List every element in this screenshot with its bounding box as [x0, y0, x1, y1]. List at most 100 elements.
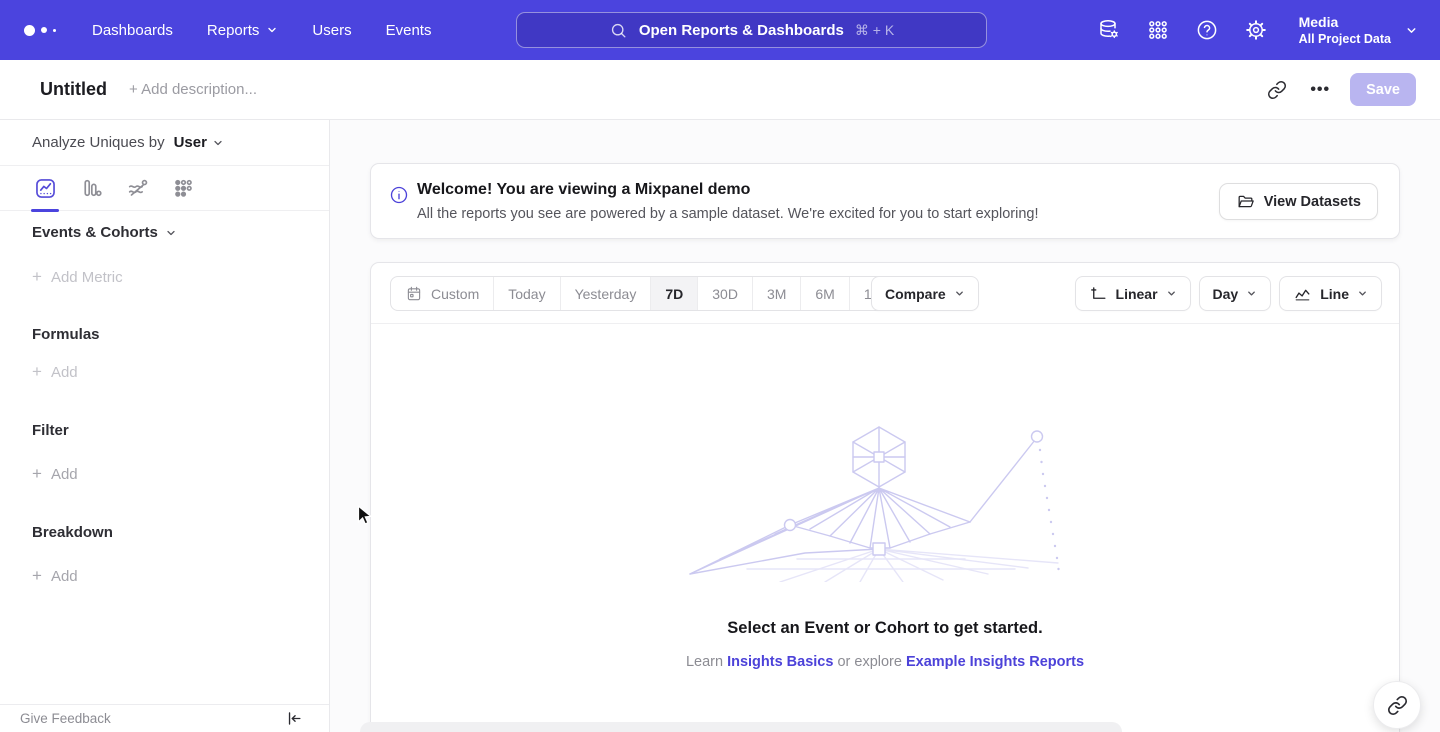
logo-dot-icon [53, 29, 56, 32]
nav-label: Reports [207, 22, 260, 39]
chevron-down-icon [954, 288, 965, 299]
chevron-down-icon [212, 137, 224, 149]
add-filter-button[interactable]: + Add [32, 464, 78, 484]
scale-label: Linear [1116, 286, 1158, 302]
welcome-banner: Welcome! You are viewing a Mixpanel demo… [370, 163, 1400, 239]
add-formula-label: Add [51, 364, 78, 381]
add-breakdown-label: Add [51, 568, 78, 585]
view-datasets-label: View Datasets [1264, 194, 1361, 210]
apps-grid-icon[interactable] [1146, 18, 1170, 42]
range-label: 7D [665, 286, 683, 302]
project-scope: All Project Data [1299, 31, 1391, 47]
report-title[interactable]: Untitled [40, 79, 107, 100]
save-button[interactable]: Save [1350, 73, 1416, 106]
sidebar-footer: Give Feedback [0, 704, 329, 732]
tab-metric-dots[interactable] [170, 175, 196, 201]
mixpanel-logo[interactable] [24, 25, 56, 36]
query-builder-sidebar: Analyze Uniques by User Events & Cohorts… [0, 120, 330, 732]
breakdown-label: Breakdown [32, 524, 113, 541]
range-6m[interactable]: 6M [800, 277, 848, 310]
nav-label: Dashboards [92, 22, 173, 39]
main-content: Welcome! You are viewing a Mixpanel demo… [330, 120, 1440, 732]
nav-events[interactable]: Events [386, 22, 432, 39]
banner-subtitle: All the reports you see are powered by a… [417, 206, 1039, 222]
empty-state-illustration [685, 422, 1085, 582]
range-label: Custom [431, 286, 479, 302]
insights-basics-link[interactable]: Insights Basics [727, 654, 833, 670]
search-shortcut: ⌘ + K [855, 22, 894, 39]
calendar-icon [405, 285, 423, 303]
copy-link-icon[interactable] [1264, 77, 1290, 103]
more-options-icon[interactable]: ••• [1310, 81, 1330, 99]
add-metric-button[interactable]: + Add Metric [32, 267, 123, 287]
chevron-down-icon [1357, 288, 1368, 299]
nav-dashboards[interactable]: Dashboards [92, 22, 173, 39]
example-reports-link[interactable]: Example Insights Reports [906, 654, 1084, 670]
empty-state-links: Learn Insights Basics or explore Example… [371, 654, 1399, 670]
granularity-label: Day [1213, 286, 1239, 302]
mixpanel-insights-screen: Dashboards Reports Users Events Open Rep… [0, 0, 1440, 732]
tab-bar-chart[interactable] [78, 175, 104, 201]
settings-gear-icon[interactable] [1244, 18, 1268, 42]
banner-title: Welcome! You are viewing a Mixpanel demo [417, 181, 750, 199]
range-30d[interactable]: 30D [697, 277, 752, 310]
insights-chart-card: Custom Today Yesterday 7D 30D 3M 6M 12M … [370, 262, 1400, 732]
analyze-entity-value: User [174, 134, 207, 151]
chevron-down-icon [266, 24, 278, 36]
range-3m[interactable]: 3M [752, 277, 800, 310]
add-formula-button[interactable]: + Add [32, 362, 78, 382]
tab-flow-sankey[interactable] [124, 175, 150, 201]
report-description-placeholder[interactable]: + Add description... [129, 81, 257, 98]
tab-line-insights[interactable] [32, 175, 58, 201]
line-chart-icon [1293, 284, 1312, 303]
data-management-icon[interactable] [1097, 18, 1121, 42]
links-connector: or explore [837, 654, 901, 670]
compare-dropdown[interactable]: Compare [871, 276, 979, 311]
formulas-header: Formulas [32, 326, 100, 343]
chevron-down-icon [1166, 288, 1177, 299]
primary-nav: Dashboards Reports Users Events [92, 22, 431, 39]
range-yesterday[interactable]: Yesterday [560, 277, 651, 310]
give-feedback-link[interactable]: Give Feedback [20, 711, 111, 726]
search-icon [609, 21, 628, 40]
axes-icon [1089, 284, 1108, 303]
compare-label: Compare [885, 286, 946, 302]
nav-label: Events [386, 22, 432, 39]
chart-type-dropdown[interactable]: Line [1279, 276, 1382, 311]
events-cohorts-header[interactable]: Events & Cohorts [32, 224, 177, 241]
project-switcher[interactable]: Media All Project Data [1299, 14, 1418, 47]
nav-users[interactable]: Users [312, 22, 351, 39]
add-breakdown-button[interactable]: + Add [32, 566, 78, 586]
analyze-entity-dropdown[interactable]: User [174, 134, 224, 151]
view-datasets-button[interactable]: View Datasets [1219, 183, 1378, 220]
scale-dropdown[interactable]: Linear [1075, 276, 1191, 311]
info-icon [389, 185, 409, 205]
chart-display-controls: Linear Day Line [1075, 276, 1382, 311]
chevron-down-icon [1246, 288, 1257, 299]
nav-reports[interactable]: Reports [207, 22, 279, 39]
breakdown-header: Breakdown [32, 524, 113, 541]
chevron-down-icon [165, 227, 177, 239]
chart-controls-row: Custom Today Yesterday 7D 30D 3M 6M 12M … [371, 263, 1399, 324]
plus-icon: + [32, 267, 42, 287]
granularity-dropdown[interactable]: Day [1199, 276, 1272, 311]
collapse-sidebar-icon[interactable] [283, 709, 303, 729]
chevron-down-icon [1405, 24, 1418, 37]
global-search[interactable]: Open Reports & Dashboards ⌘ + K [516, 12, 987, 48]
range-custom[interactable]: Custom [391, 277, 493, 310]
help-icon[interactable] [1195, 18, 1219, 42]
plus-icon: + [32, 566, 42, 586]
range-7d-selected[interactable]: 7D [650, 277, 697, 310]
range-today[interactable]: Today [493, 277, 559, 310]
learn-prefix: Learn [686, 654, 723, 670]
date-range-segmented-control: Custom Today Yesterday 7D 30D 3M 6M 12M [390, 276, 906, 311]
top-nav-right: Media All Project Data [1097, 0, 1418, 60]
top-nav: Dashboards Reports Users Events Open Rep… [0, 0, 1440, 60]
add-filter-label: Add [51, 466, 78, 483]
range-label: 6M [815, 286, 834, 302]
empty-state: Select an Event or Cohort to get started… [371, 324, 1399, 670]
share-link-fab[interactable] [1373, 681, 1421, 729]
analyze-label: Analyze Uniques by [32, 134, 165, 151]
next-section-peek [360, 722, 1122, 732]
filter-label: Filter [32, 422, 69, 439]
